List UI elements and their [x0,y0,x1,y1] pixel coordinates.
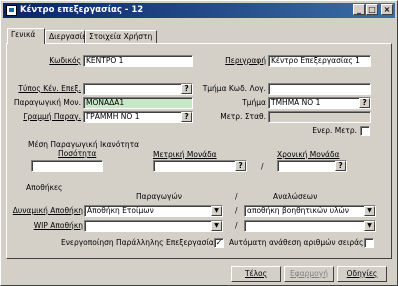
prod-line-lookup-button[interactable]: ? [181,112,192,122]
prod-unit-input[interactable]: ΜΟΝΑΔΑ1 [83,97,193,109]
close-button[interactable]: × [381,4,393,15]
code-input[interactable]: ΚΕΝΤΡΟ 1 [83,55,193,67]
ok-button-label: Τέλος [244,269,268,278]
time-unit-lookup-button[interactable]: ? [335,161,346,171]
parallel-processing-label: Ενεργοποίηση Παράλληλης Επεξεργασίας [61,238,219,247]
wip-warehouse-label: WIP Αποθήκη [33,221,83,230]
tab-user-data[interactable]: Στοιχεία Χρήστη [85,30,157,44]
description-label: Περιγραφή [225,56,266,65]
warehouse-header-separator: / [235,192,238,201]
dept-code-input[interactable] [268,83,371,95]
chevron-down-icon[interactable]: ▼ [211,206,222,216]
chevron-down-icon[interactable]: ▼ [211,221,222,231]
wip-warehouse-consumption-select[interactable] [244,220,376,232]
parallel-processing-checkbox[interactable]: ✓ [214,238,224,248]
dept-lookup-button[interactable]: ? [359,98,370,108]
default-warehouse-label: Δυναμική Αποθήκη [12,206,83,215]
app-icon [6,5,17,16]
measure-unit-lookup-button[interactable]: ? [235,161,246,171]
default-warehouse-products-select[interactable]: Αποθήκη Ετοίμων [84,205,223,217]
time-unit-label: Χρονική Μονάδα [277,150,340,159]
help-button-label: Οδηγίες [346,269,378,278]
quantity-input[interactable] [31,160,103,172]
chevron-down-icon[interactable]: ▼ [364,206,375,216]
default-warehouse-separator: / [235,206,238,215]
quantity-label: Ποσότητα [58,149,97,158]
help-button[interactable]: Οδηγίες [337,266,387,282]
prod-line-input[interactable]: ΓΡΑΜΜΗ ΝΟ 1 [83,111,193,123]
tab-general[interactable]: Γενικά [7,28,45,44]
ok-button[interactable]: Τέλος [231,266,281,282]
capacity-separator: / [261,162,264,171]
tab-processes[interactable]: Διεργασίες [45,30,91,44]
maximize-button[interactable]: □ [366,4,378,15]
window-title: Κέντρο επεξεργασίας - 12 [20,5,144,15]
default-warehouse-consumption-select[interactable]: αποθήκη βοηθητικών υλών [244,205,376,217]
dept-code-label: Τμήμα Κωδ. Λογ. [202,84,266,93]
apply-button: Εφαρμογή [284,266,334,282]
consumption-column-label: Αναλώσεων [273,192,318,201]
enabled-measure-label: Ενερ. Μετρ. [312,126,357,135]
code-label: Κωδικός [49,56,81,65]
prod-unit-label: Παραγωγική Μον. [13,98,81,107]
center-type-input[interactable] [83,83,193,95]
wip-warehouse-separator: / [235,221,238,230]
measure-unit-label: Μετρική Μονάδα [153,150,217,159]
description-input[interactable]: Κέντρο Επεξεργασίας 1 [268,55,371,67]
center-type-lookup-button[interactable]: ? [181,84,192,94]
measure-station-label: Μετρ. Σταθ. [220,112,266,121]
warehouses-section-label: Αποθήκες [26,183,63,192]
title-bar[interactable]: Κέντρο επεξεργασίας - 12 [3,3,395,18]
auto-serial-label: Αυτόματη ανάθεση αριθμών σειράς [229,238,364,247]
minimize-button[interactable]: _ [353,4,365,15]
wip-warehouse-products-select[interactable] [84,220,223,232]
prod-line-label: Γραμμή Παραγ. [23,112,81,121]
window: Κέντρο επεξεργασίας - 12 _ □ × Γενικά Δι… [0,0,398,286]
auto-serial-checkbox[interactable] [364,238,374,248]
dept-label: Τμήμα [242,98,266,107]
apply-button-label: Εφαρμογή [290,269,328,278]
measure-unit-input[interactable] [153,160,247,172]
center-type-label: Τύπος Κέν. Επεξ. [18,84,81,93]
dept-input[interactable]: ΤΜΗΜΑ ΝΟ 1 [268,97,371,109]
measure-station-input [268,111,371,123]
products-column-label: Παραγωγών [136,192,182,201]
enabled-measure-checkbox[interactable] [360,126,370,136]
chevron-down-icon[interactable]: ▼ [364,221,375,231]
